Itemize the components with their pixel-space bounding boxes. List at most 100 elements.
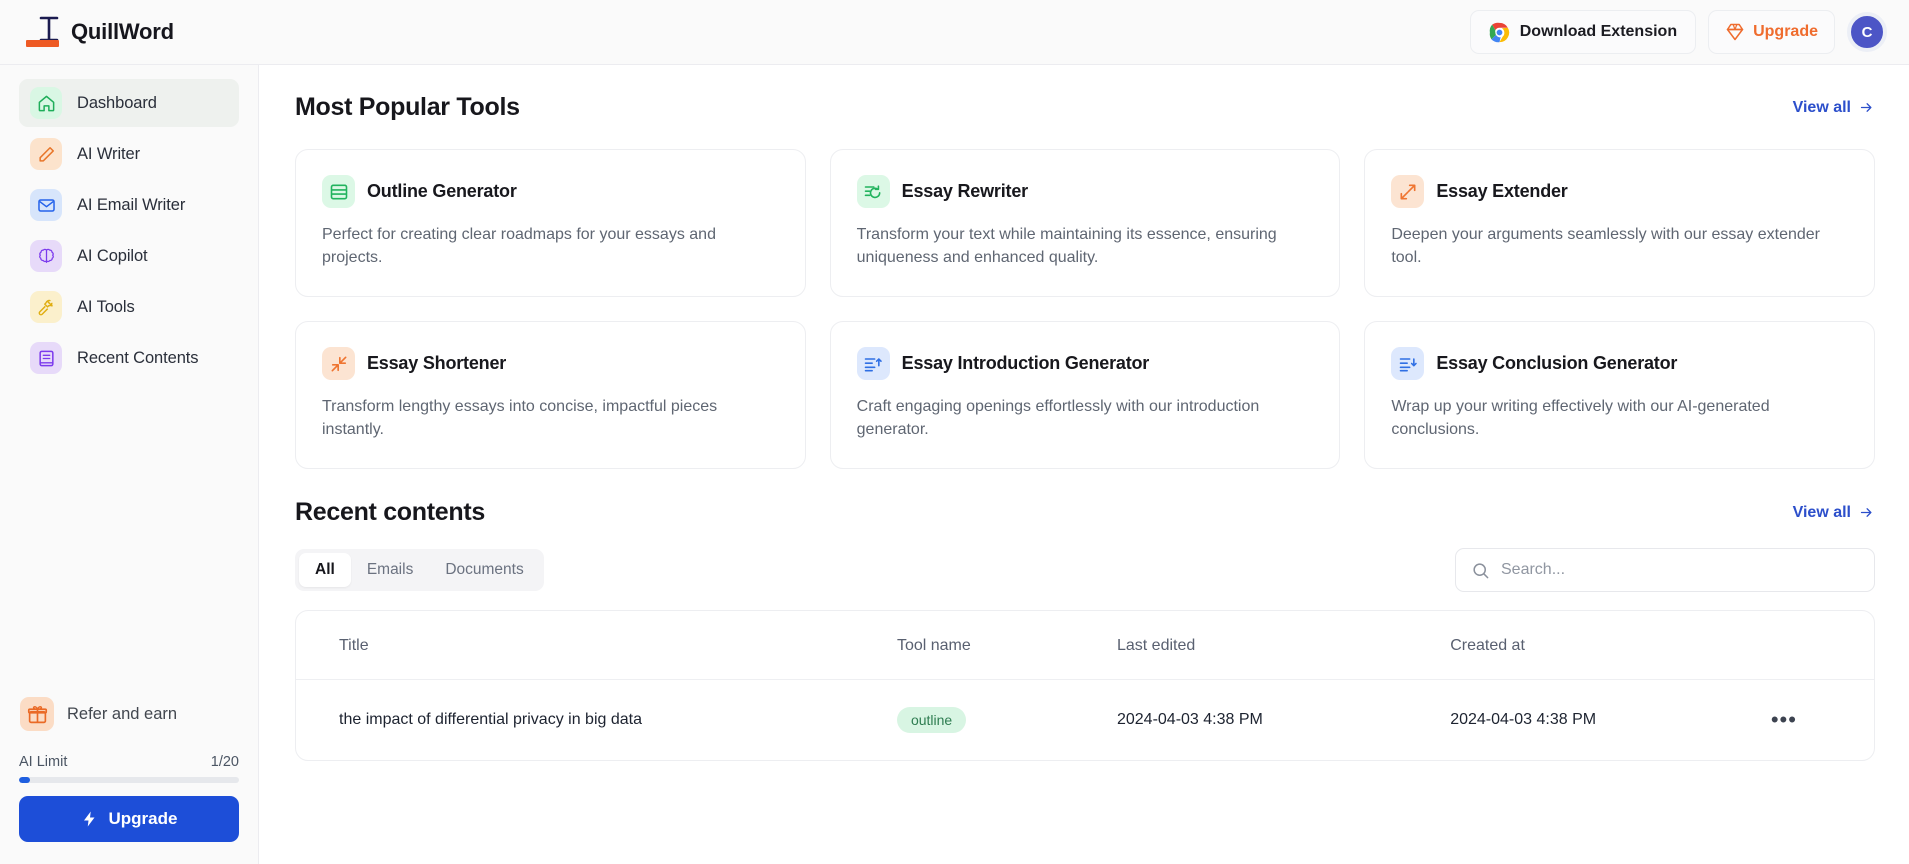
sidebar-item-ai-writer[interactable]: AI Writer (19, 130, 239, 178)
column-header-tool-name: Tool name (886, 611, 1107, 680)
chrome-icon (1489, 22, 1509, 42)
brand[interactable]: QuillWord (18, 14, 174, 50)
envelope-icon (30, 189, 62, 221)
recent-tabs: All Emails Documents (295, 549, 544, 591)
tool-card-header: Essay Conclusion Generator (1391, 347, 1848, 380)
refer-and-earn[interactable]: Refer and earn (19, 697, 239, 731)
search-input[interactable] (1501, 561, 1859, 579)
column-header-created-at: Created at (1440, 611, 1761, 680)
logo-underline-bar (26, 40, 59, 47)
tool-card-title: Essay Extender (1436, 181, 1568, 201)
hammer-icon (30, 291, 62, 323)
sidebar-item-label: Dashboard (77, 93, 157, 112)
tool-card-desc: Transform your text while maintaining it… (856, 226, 1277, 267)
sidebar-item-ai-email-writer[interactable]: AI Email Writer (19, 181, 239, 229)
diamond-icon (1726, 23, 1744, 41)
main-content: Most Popular Tools View all Outline Gene… (259, 65, 1909, 864)
sidebar-item-label: Recent Contents (77, 348, 199, 367)
tool-card-desc: Deepen your arguments seamlessly with ou… (1391, 226, 1820, 267)
quillword-logo-icon (26, 14, 60, 50)
tool-card-title: Essay Introduction Generator (901, 353, 1150, 373)
app-root: QuillWord Download Extension Upgrade C D… (0, 0, 1909, 864)
sidebar-item-dashboard[interactable]: Dashboard (19, 79, 239, 127)
avatar-initial: C (1861, 23, 1873, 41)
brain-icon (30, 240, 62, 272)
sidebar-item-ai-copilot[interactable]: AI Copilot (19, 232, 239, 280)
recent-view-all-link[interactable]: View all (1793, 504, 1875, 522)
recent-contents-toolbar: All Emails Documents (295, 548, 1875, 592)
expand-arrows-icon (1391, 175, 1425, 208)
tab-emails[interactable]: Emails (351, 553, 430, 587)
header-actions: Download Extension Upgrade C (1469, 10, 1887, 54)
cell-tool-name: outline (887, 680, 1107, 761)
column-header-last-edited: Last edited (1106, 611, 1441, 680)
tool-card-header: Essay Rewriter (856, 175, 1314, 208)
arrow-right-icon (1860, 103, 1872, 112)
cell-created-at: 2024-04-03 4:38 PM (1450, 711, 1597, 728)
page-title: Most Popular Tools (295, 93, 520, 121)
ai-limit-progress (19, 777, 239, 783)
tool-card-header: Outline Generator (322, 175, 779, 208)
upgrade-header-button[interactable]: Upgrade (1708, 10, 1835, 54)
lightning-icon (83, 811, 95, 827)
top-header: QuillWord Download Extension Upgrade C (0, 0, 1909, 65)
recent-contents-title: Recent contents (295, 498, 485, 526)
pencil-icon (30, 138, 62, 170)
download-extension-label: Download Extension (1519, 23, 1678, 40)
column-header-actions (1760, 611, 1874, 680)
tool-card-essay-shortener[interactable]: Essay Shortener Transform lengthy essays… (295, 321, 806, 469)
tool-card-header: Essay Introduction Generator (856, 347, 1314, 380)
row-more-menu-icon[interactable]: ••• (1771, 707, 1797, 732)
ai-limit-row: AI Limit 1/20 (19, 754, 239, 770)
table-body: the impact of differential privacy in bi… (296, 680, 1874, 761)
upgrade-header-label: Upgrade (1753, 23, 1818, 40)
tool-card-essay-introduction-generator[interactable]: Essay Introduction Generator Craft engag… (829, 321, 1341, 469)
conclusion-lines-icon (1391, 347, 1425, 380)
tool-card-essay-extender[interactable]: Essay Extender Deepen your arguments sea… (1364, 149, 1875, 297)
tool-card-title: Essay Conclusion Generator (1436, 353, 1678, 373)
sidebar-item-label: AI Writer (77, 144, 140, 163)
ai-limit-label: AI Limit (19, 754, 68, 770)
popular-view-all-label: View all (1792, 98, 1851, 116)
upgrade-button-label: Upgrade (108, 809, 178, 828)
table-header: Title Tool name Last edited Created at (296, 611, 1874, 680)
avatar[interactable]: C (1847, 12, 1887, 52)
ai-limit-progress-fill (19, 777, 30, 783)
ai-limit-value: 1/20 (210, 754, 239, 770)
cell-title[interactable]: the impact of differential privacy in bi… (296, 680, 887, 761)
popular-tools-grid: Outline Generator Perfect for creating c… (295, 149, 1875, 469)
cell-actions: ••• (1761, 680, 1874, 761)
tool-card-title: Outline Generator (367, 181, 517, 201)
popular-view-all-link[interactable]: View all (1793, 99, 1875, 117)
download-extension-button[interactable]: Download Extension (1469, 10, 1697, 54)
search-icon (1473, 562, 1489, 578)
rewrite-arrow-icon (856, 175, 890, 208)
book-icon (30, 342, 62, 374)
table-row[interactable]: the impact of differential privacy in bi… (296, 680, 1874, 761)
sidebar: Dashboard AI Writer AI Email Writer AI C… (0, 65, 259, 864)
arrow-right-icon (1860, 508, 1872, 517)
home-icon (30, 87, 62, 119)
sidebar-item-recent-contents[interactable]: Recent Contents (19, 334, 239, 382)
upgrade-button[interactable]: Upgrade (19, 796, 239, 842)
tool-card-essay-conclusion-generator[interactable]: Essay Conclusion Generator Wrap up your … (1364, 321, 1875, 469)
tab-all[interactable]: All (299, 553, 351, 587)
recent-contents-table: Title Tool name Last edited Created at t… (295, 610, 1875, 761)
tool-card-desc: Craft engaging openings effortlessly wit… (856, 398, 1260, 439)
sidebar-footer: Refer and earn AI Limit 1/20 Upgrade (0, 697, 258, 864)
tab-documents[interactable]: Documents (429, 553, 539, 587)
outline-rows-icon (322, 175, 355, 208)
status-badge: outline (896, 707, 967, 733)
tool-card-outline-generator[interactable]: Outline Generator Perfect for creating c… (295, 149, 806, 297)
search-box[interactable] (1455, 548, 1875, 592)
sidebar-item-ai-tools[interactable]: AI Tools (19, 283, 239, 331)
tool-card-header: Essay Extender (1391, 175, 1848, 208)
tool-card-desc: Transform lengthy essays into concise, i… (322, 398, 718, 439)
recent-contents-header: Recent contents View all (295, 498, 1875, 527)
tool-card-essay-rewriter[interactable]: Essay Rewriter Transform your text while… (829, 149, 1341, 297)
column-header-title: Title (296, 611, 887, 680)
body: Dashboard AI Writer AI Email Writer AI C… (0, 65, 1909, 864)
popular-tools-header: Most Popular Tools View all (295, 65, 1875, 122)
contents-table: Title Tool name Last edited Created at t… (296, 611, 1874, 760)
serif-i-glyph (39, 16, 59, 42)
